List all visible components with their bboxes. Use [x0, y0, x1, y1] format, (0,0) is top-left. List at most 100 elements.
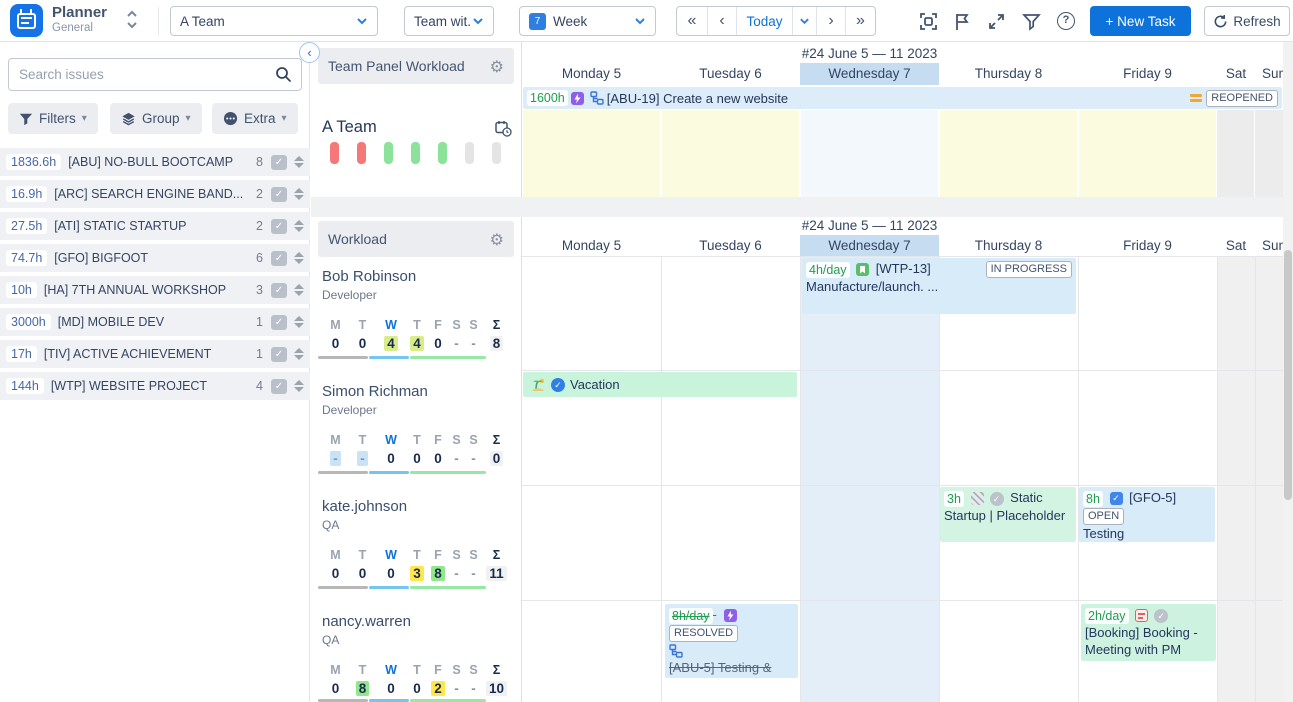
refresh-button[interactable]: Refresh [1204, 6, 1290, 36]
team-filter-select[interactable]: Team wit... [404, 6, 494, 36]
subtask-tree-icon [590, 91, 604, 105]
day-header-wednesday: Wednesday 7 [800, 235, 939, 257]
availability-cell-thursday[interactable] [940, 110, 1077, 197]
calendar-check-icon[interactable]: ✓ [271, 187, 287, 202]
calendar-check-icon[interactable]: ✓ [271, 283, 287, 298]
task-gfo5[interactable]: 8h ✓ [GFO-5] OPEN Testing [1079, 487, 1215, 542]
search-icon[interactable] [275, 66, 301, 83]
team-select[interactable]: A Team [170, 6, 378, 36]
project-count: 4 [256, 379, 263, 393]
project-row[interactable]: 1836.6h [ABU] NO-BULL BOOTCAMP 8 ✓ [0, 148, 310, 176]
panel-switcher-icon[interactable] [126, 9, 138, 31]
task-booking[interactable]: 2h/day ✓ [Booking] Booking - Meeting wit… [1081, 604, 1216, 661]
placeholder-icon [971, 492, 984, 505]
sort-handle-icon[interactable] [294, 220, 304, 232]
team-load-bar [357, 142, 366, 164]
scope-button[interactable] [917, 10, 939, 32]
today-button[interactable]: Today [736, 7, 792, 35]
project-row[interactable]: 17h [TIV] ACTIVE ACHIEVEMENT 1 ✓ [0, 340, 310, 368]
group-button[interactable]: Group▾ [110, 103, 202, 134]
project-row[interactable]: 74.7h [GFO] BIGFOOT 6 ✓ [0, 244, 310, 272]
gear-icon[interactable]: ⚙ [490, 57, 504, 76]
subtask-tree-icon [669, 644, 683, 658]
next-button[interactable]: › [816, 7, 845, 35]
user-name[interactable]: Simon Richman [322, 383, 428, 400]
chevron-left-icon: ‹ [719, 12, 724, 30]
availability-cell-friday[interactable] [1079, 110, 1216, 197]
filters-label: Filters [39, 111, 76, 126]
app-logo-icon[interactable] [10, 4, 43, 37]
calendar-icon [17, 13, 36, 29]
view-select-value: Week [553, 14, 634, 29]
availability-cell-wednesday[interactable] [801, 110, 938, 197]
sort-handle-icon[interactable] [294, 156, 304, 168]
task-title: [ABU-5] Testing & verification [669, 660, 771, 678]
status-badge: RESOLVED [669, 625, 738, 642]
availability-cell-saturday[interactable] [1217, 110, 1254, 197]
project-row[interactable]: 10h [HA] 7TH ANNUAL WORKSHOP 3 ✓ [0, 276, 310, 304]
task-hours: 4h/day [806, 262, 850, 278]
task-abu19[interactable]: 1600h [ABU-19] Create a new website REOP… [523, 87, 1282, 109]
calendar-check-icon[interactable]: ✓ [271, 315, 287, 330]
availability-cell-tuesday[interactable] [662, 110, 799, 197]
scrollbar-thumb[interactable] [1284, 250, 1292, 500]
team-filter-value: Team wit... [414, 14, 472, 29]
approved-check-icon: ✓ [990, 492, 1004, 506]
calendar-check-icon[interactable]: ✓ [271, 347, 287, 362]
week-title: #24 June 5 — 11 2023 [522, 46, 1217, 61]
new-task-button[interactable]: + New Task [1090, 6, 1191, 36]
gear-icon[interactable]: ⚙ [490, 230, 504, 249]
calendar-check-icon[interactable]: ✓ [271, 251, 287, 266]
today-dropdown-button[interactable] [792, 7, 816, 35]
fullscreen-button[interactable] [985, 10, 1007, 32]
capacity-underline [369, 471, 409, 474]
flag-button[interactable] [951, 10, 973, 32]
task-title: [Booking] Booking - Meeting with PM [1085, 625, 1198, 657]
project-name: [WTP] WEBSITE PROJECT [51, 379, 252, 393]
chevron-down-icon [634, 17, 646, 25]
sort-handle-icon[interactable] [294, 316, 304, 328]
task-hours: 8h [1083, 491, 1103, 507]
user-name[interactable]: kate.johnson [322, 498, 407, 515]
prev-button[interactable]: ‹ [707, 7, 736, 35]
filter-button[interactable] [1020, 10, 1042, 32]
user-name[interactable]: nancy.warren [322, 613, 411, 630]
jump-back-button[interactable]: « [677, 7, 707, 35]
sort-handle-icon[interactable] [294, 252, 304, 264]
task-abu5[interactable]: 8h/day- RESOLVED [ABU-5] Testing & verif… [665, 604, 798, 678]
search-input[interactable] [9, 67, 275, 82]
help-button[interactable]: ? [1055, 10, 1077, 32]
user-name[interactable]: Bob Robinson [322, 268, 416, 285]
calendar-check-icon[interactable]: ✓ [271, 379, 287, 394]
status-badge: OPEN [1083, 508, 1124, 525]
day-values-row: 08002--10 [322, 681, 511, 696]
grid-line [522, 370, 1293, 371]
task-static-startup[interactable]: 3h ✓ Static Startup | Placeholder [940, 487, 1076, 542]
view-select[interactable]: 7 Week [519, 6, 656, 36]
calendar-check-icon[interactable]: ✓ [271, 155, 287, 170]
project-row[interactable]: 3000h [MD] MOBILE DEV 1 ✓ [0, 308, 310, 336]
project-hours: 17h [6, 346, 37, 362]
sort-handle-icon[interactable] [294, 380, 304, 392]
calendar-check-icon[interactable]: ✓ [271, 219, 287, 234]
project-hours: 16.9h [6, 186, 47, 202]
task-wtp13[interactable]: IN PROGRESS 4h/day [WTP-13] Manufacture/… [802, 258, 1076, 314]
availability-cell-monday[interactable] [523, 110, 660, 197]
sort-handle-icon[interactable] [294, 188, 304, 200]
collapse-sidebar-button[interactable]: ‹ [299, 42, 320, 63]
sort-handle-icon[interactable] [294, 348, 304, 360]
vacation-bar[interactable]: ✓ Vacation [523, 372, 797, 397]
project-row[interactable]: 27.5h [ATI] STATIC STARTUP 2 ✓ [0, 212, 310, 240]
project-count: 1 [256, 315, 263, 329]
calendar-clock-icon[interactable] [495, 120, 512, 137]
project-count: 1 [256, 347, 263, 361]
project-row[interactable]: 144h [WTP] WEBSITE PROJECT 4 ✓ [0, 372, 310, 400]
project-row[interactable]: 16.9h [ARC] SEARCH ENGINE BAND... 2 ✓ [0, 180, 310, 208]
sort-handle-icon[interactable] [294, 284, 304, 296]
jump-forward-button[interactable]: » [845, 7, 875, 35]
project-name: [MD] MOBILE DEV [58, 315, 252, 329]
day-values-row: 00038--11 [322, 566, 511, 581]
team-load-bar [438, 142, 447, 164]
extra-button[interactable]: Extra▾ [212, 103, 298, 134]
filters-button[interactable]: Filters▾ [8, 103, 98, 134]
